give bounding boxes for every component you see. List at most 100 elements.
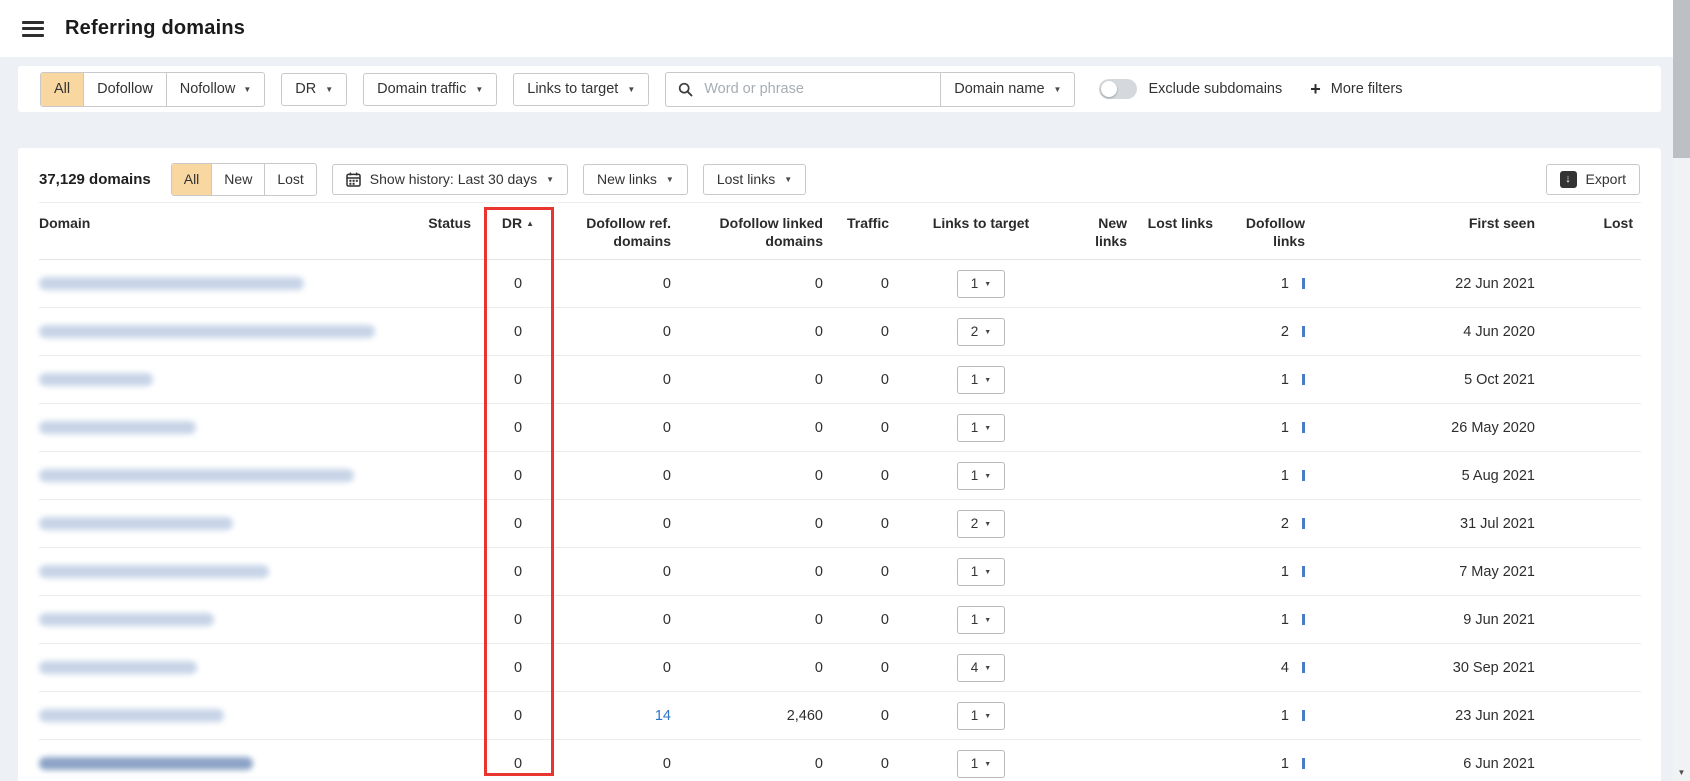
cell-lost [1543, 596, 1641, 644]
links-to-target-select[interactable]: 1▼ [957, 750, 1005, 778]
links-to-target-value: 1 [971, 612, 979, 627]
domain-link-redacted[interactable] [39, 613, 214, 626]
scope-tab-all[interactable]: All [172, 164, 212, 195]
tab-dofollow[interactable]: Dofollow [83, 73, 166, 106]
domain-traffic-filter-button[interactable]: Domain traffic ▼ [363, 73, 497, 106]
export-button[interactable]: ↓ Export [1546, 164, 1640, 195]
cell-traffic: 0 [831, 692, 897, 740]
domain-link-redacted[interactable] [39, 373, 153, 386]
links-to-target-filter-button[interactable]: Links to target ▼ [513, 73, 649, 106]
dofollow-ref-domains-value: 0 [663, 324, 671, 340]
exclude-subdomains-toggle[interactable] [1099, 79, 1137, 99]
cell-first-seen: 31 Jul 2021 [1313, 500, 1543, 548]
domain-link-redacted[interactable] [39, 277, 304, 290]
column-header-lost[interactable]: Lost [1543, 203, 1641, 260]
chevron-down-icon: ▼ [1054, 86, 1062, 94]
column-header-traffic[interactable]: Traffic [831, 203, 897, 260]
dofollow-links-value: 1 [1281, 756, 1289, 772]
more-filters-label: More filters [1331, 81, 1403, 97]
domain-link-redacted[interactable] [39, 469, 354, 482]
cell-lost-links [1135, 692, 1221, 740]
cell-dr: 0 [479, 260, 557, 308]
scope-tab-new[interactable]: New [211, 164, 264, 195]
links-to-target-select[interactable]: 1▼ [957, 702, 1005, 730]
scroll-down-button[interactable]: ▼ [1673, 764, 1690, 781]
domain-link-redacted[interactable] [39, 565, 269, 578]
dofollow-ref-domains-link[interactable]: 14 [655, 708, 671, 724]
cell-first-seen: 30 Sep 2021 [1313, 644, 1543, 692]
links-to-target-select[interactable]: 1▼ [957, 462, 1005, 490]
cell-first-seen: 4 Jun 2020 [1313, 308, 1543, 356]
cell-lost [1543, 548, 1641, 596]
dofollow-links-value: 4 [1281, 660, 1289, 676]
cell-links-to-target: 1▼ [897, 404, 1065, 452]
cell-links-to-target: 1▼ [897, 260, 1065, 308]
column-header-dofollow-ref-domains[interactable]: Dofollow ref. domains [557, 203, 679, 260]
show-history-button[interactable]: Show history: Last 30 days ▼ [332, 164, 568, 195]
domain-link-redacted[interactable] [39, 709, 224, 722]
cell-domain [39, 596, 379, 644]
column-label: Status [428, 215, 471, 231]
column-header-status[interactable]: Status [379, 203, 479, 260]
column-header-domain[interactable]: Domain [39, 203, 379, 260]
cell-dofollow-ref-domains: 0 [557, 740, 679, 781]
scope-tab-lost[interactable]: Lost [264, 164, 315, 195]
links-to-target-select[interactable]: 2▼ [957, 318, 1005, 346]
cell-status [379, 260, 479, 308]
scrollbar-thumb[interactable] [1673, 0, 1690, 158]
domain-link-redacted[interactable] [39, 421, 196, 434]
menu-icon[interactable] [22, 21, 44, 37]
column-header-dr[interactable]: DR▲ [479, 203, 557, 260]
cell-lost-links [1135, 356, 1221, 404]
column-header-dofollow-linked-domains[interactable]: Dofollow linked domains [679, 203, 831, 260]
column-header-links-to-target[interactable]: Links to target [897, 203, 1065, 260]
tab-nofollow-label: Nofollow [180, 81, 236, 97]
tab-all[interactable]: All [41, 73, 83, 106]
domain-name-dropdown[interactable]: Domain name ▼ [940, 73, 1074, 106]
chevron-down-icon: ▼ [984, 473, 991, 480]
more-filters-button[interactable]: + More filters [1310, 80, 1402, 98]
cell-first-seen: 9 Jun 2021 [1313, 596, 1543, 644]
links-to-target-select[interactable]: 1▼ [957, 558, 1005, 586]
cell-lost [1543, 308, 1641, 356]
domain-link-redacted[interactable] [39, 757, 253, 770]
links-to-target-select[interactable]: 1▼ [957, 606, 1005, 634]
links-to-target-select[interactable]: 1▼ [957, 270, 1005, 298]
column-header-dofollow-links[interactable]: Dofollow links [1221, 203, 1313, 260]
column-header-lost-links[interactable]: Lost links [1135, 203, 1221, 260]
tab-nofollow[interactable]: Nofollow ▼ [166, 73, 265, 106]
domain-link-redacted[interactable] [39, 325, 375, 338]
domain-link-redacted[interactable] [39, 517, 233, 530]
mini-bar-icon [1302, 374, 1305, 385]
links-to-target-select[interactable]: 1▼ [957, 414, 1005, 442]
links-to-target-select[interactable]: 1▼ [957, 366, 1005, 394]
new-links-filter-button[interactable]: New links ▼ [583, 164, 688, 195]
lost-links-filter-button[interactable]: Lost links ▼ [703, 164, 806, 195]
table-body: 00001▼122 Jun 202100002▼24 Jun 202000001… [39, 260, 1641, 781]
links-to-target-value: 1 [971, 372, 979, 387]
chevron-down-icon: ▼ [984, 329, 991, 336]
dofollow-ref-domains-value: 0 [663, 276, 671, 292]
links-to-target-select[interactable]: 2▼ [957, 510, 1005, 538]
chevron-down-icon: ▼ [984, 617, 991, 624]
cell-first-seen: 23 Jun 2021 [1313, 692, 1543, 740]
cell-dr: 0 [479, 308, 557, 356]
links-to-target-select[interactable]: 4▼ [957, 654, 1005, 682]
search-input[interactable] [702, 80, 928, 98]
chevron-down-icon: ▼ [984, 521, 991, 528]
vertical-scrollbar[interactable]: ▼ [1673, 0, 1690, 781]
links-to-target-label: Links to target [527, 81, 618, 97]
dr-filter-button[interactable]: DR ▼ [281, 73, 347, 106]
table-row: 00002▼24 Jun 2020 [39, 308, 1641, 356]
column-header-first-seen[interactable]: First seen [1313, 203, 1543, 260]
cell-domain [39, 692, 379, 740]
dofollow-links-value: 1 [1281, 612, 1289, 628]
chevron-down-icon: ▼ [984, 569, 991, 576]
chevron-down-icon: ▼ [984, 377, 991, 384]
toggle-knob [1101, 81, 1117, 97]
column-header-new-links[interactable]: New links [1065, 203, 1135, 260]
cell-first-seen: 6 Jun 2021 [1313, 740, 1543, 781]
domain-link-redacted[interactable] [39, 661, 197, 674]
table-row: 00001▼122 Jun 2021 [39, 260, 1641, 308]
page-title: Referring domains [65, 17, 245, 40]
